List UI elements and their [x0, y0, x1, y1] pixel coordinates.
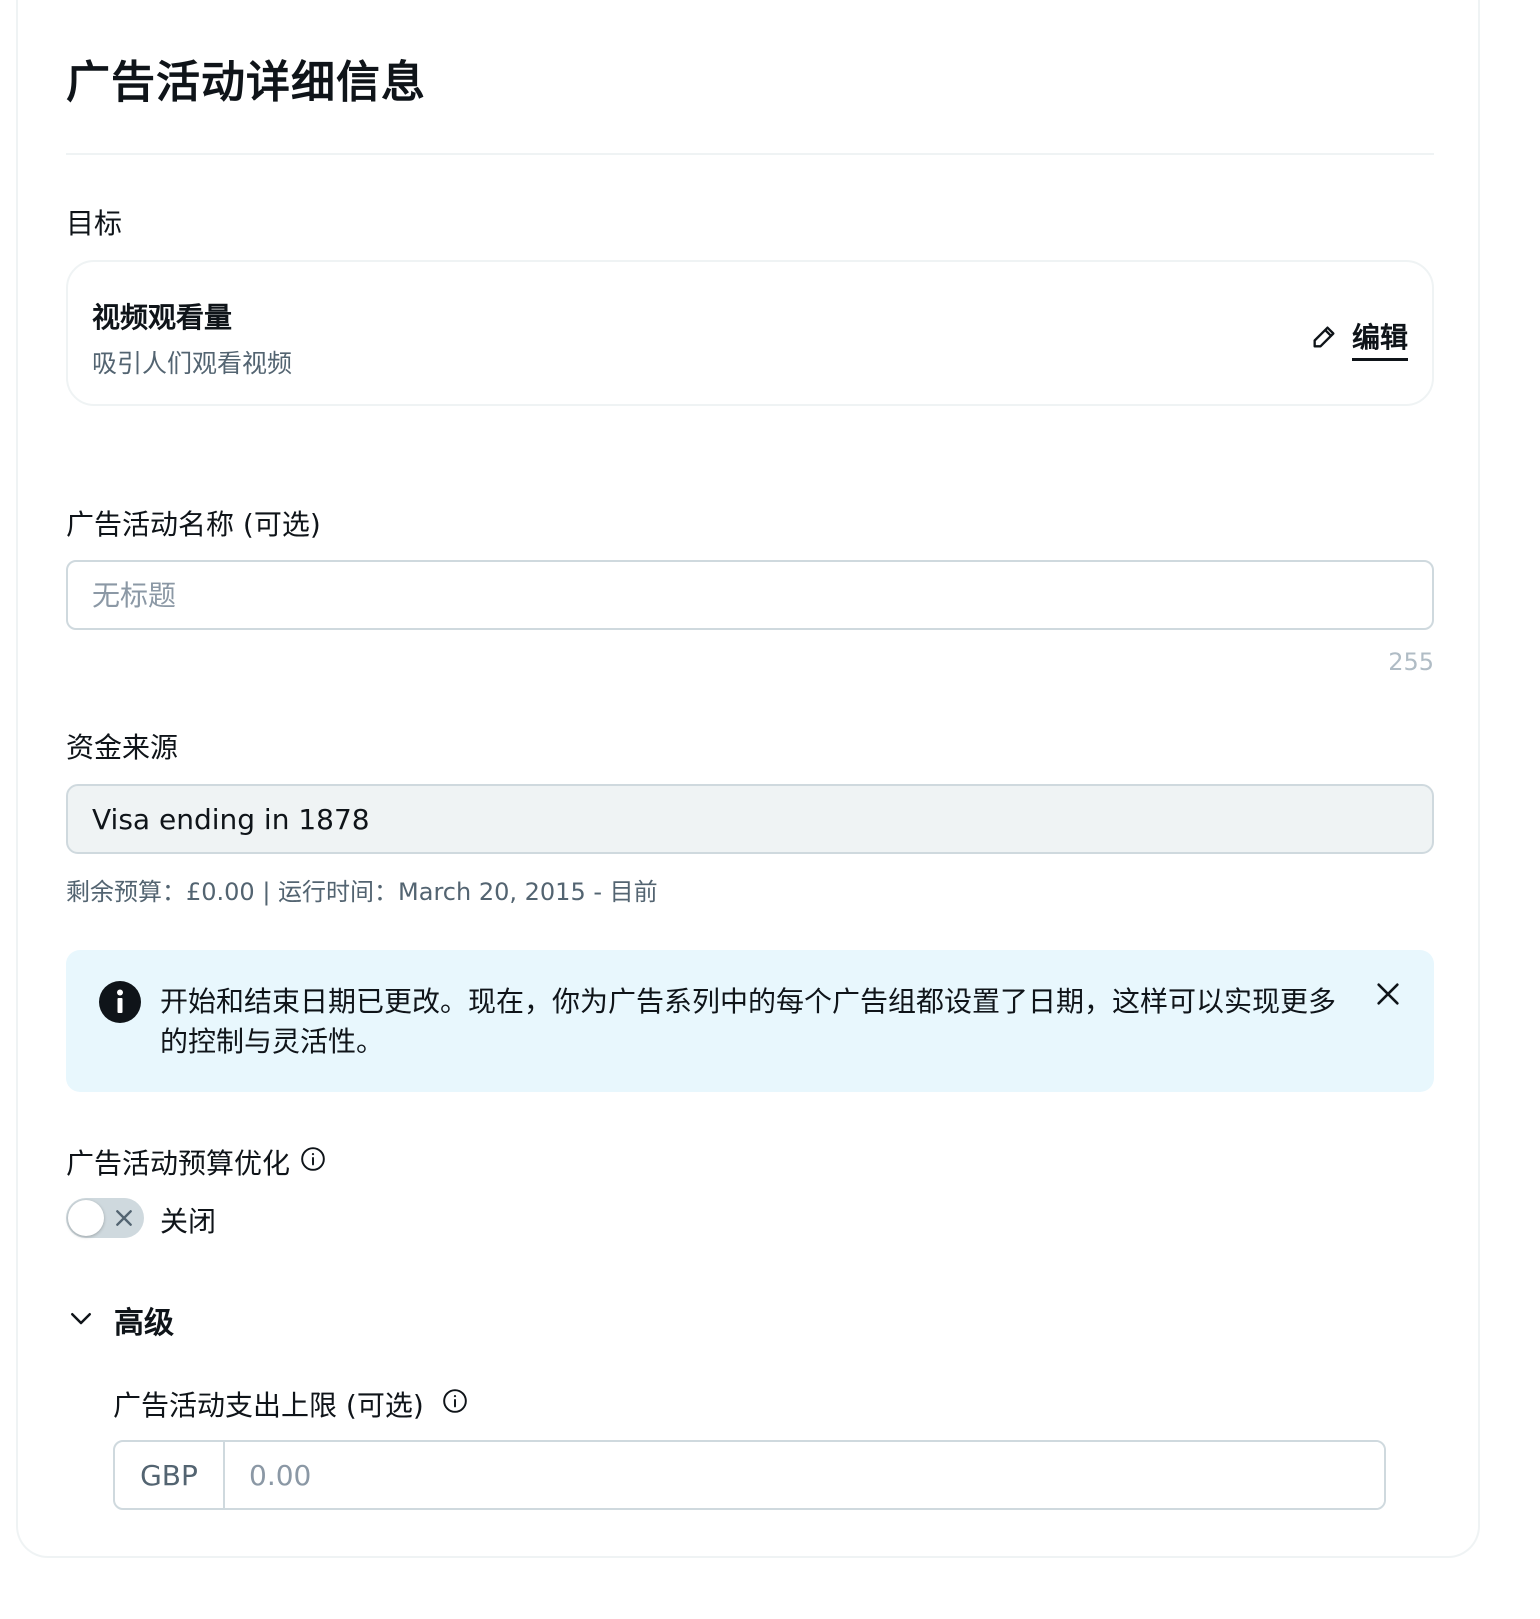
goal-title: 视频观看量: [92, 301, 233, 334]
info-banner-text: 开始和结束日期已更改。现在，你为广告系列中的每个广告组都设置了日期，这样可以实现…: [160, 985, 1337, 1058]
funding-source-select[interactable]: Visa ending in 1878: [66, 784, 1434, 854]
campaign-name-label: 广告活动名称 (可选): [66, 508, 321, 541]
info-outline-icon[interactable]: [300, 1146, 326, 1179]
spend-cap-label: 广告活动支出上限 (可选): [113, 1389, 424, 1422]
goal-card: 视频观看量 吸引人们观看视频 编辑: [66, 260, 1434, 406]
spend-cap-field: GBP: [113, 1440, 1386, 1510]
funding-source-label: 资金来源: [66, 731, 179, 764]
spend-cap-input[interactable]: [225, 1442, 1384, 1508]
funding-source-value: Visa ending in 1878: [92, 802, 370, 836]
info-outline-icon[interactable]: [442, 1388, 468, 1421]
info-banner: 开始和结束日期已更改。现在，你为广告系列中的每个广告组都设置了日期，这样可以实现…: [66, 950, 1434, 1092]
title-divider: [66, 153, 1434, 155]
toggle-off-icon: [108, 1202, 140, 1238]
chevron-down-icon: [66, 1303, 96, 1337]
page-title: 广告活动详细信息: [66, 57, 426, 108]
close-icon[interactable]: [1374, 980, 1402, 1012]
advanced-section-toggle[interactable]: 高级: [66, 1298, 174, 1342]
goal-subtitle: 吸引人们观看视频: [92, 349, 293, 378]
budget-optimization-label: 广告活动预算优化: [66, 1147, 291, 1180]
budget-optimization-heading: 广告活动预算优化: [66, 1142, 326, 1182]
char-limit-count: 255: [1388, 648, 1434, 676]
edit-goal-label: 编辑: [1351, 316, 1408, 361]
advanced-label: 高级: [114, 1306, 174, 1341]
campaign-name-input[interactable]: [66, 560, 1434, 630]
budget-optimization-toggle[interactable]: [66, 1198, 144, 1238]
toggle-state-label: 关闭: [160, 1205, 217, 1238]
spend-cap-heading: 广告活动支出上限 (可选): [113, 1384, 468, 1424]
pencil-icon: [1310, 323, 1338, 355]
edit-goal-button[interactable]: 编辑: [1310, 316, 1408, 361]
currency-prefix: GBP: [115, 1442, 225, 1508]
toggle-knob: [68, 1200, 104, 1236]
campaign-details-card: [16, 0, 1480, 1558]
funding-helper-text: 剩余预算：£0.00 | 运行时间：March 20, 2015 - 目前: [66, 878, 658, 906]
goal-label: 目标: [66, 207, 123, 240]
info-filled-icon: [98, 980, 142, 1028]
